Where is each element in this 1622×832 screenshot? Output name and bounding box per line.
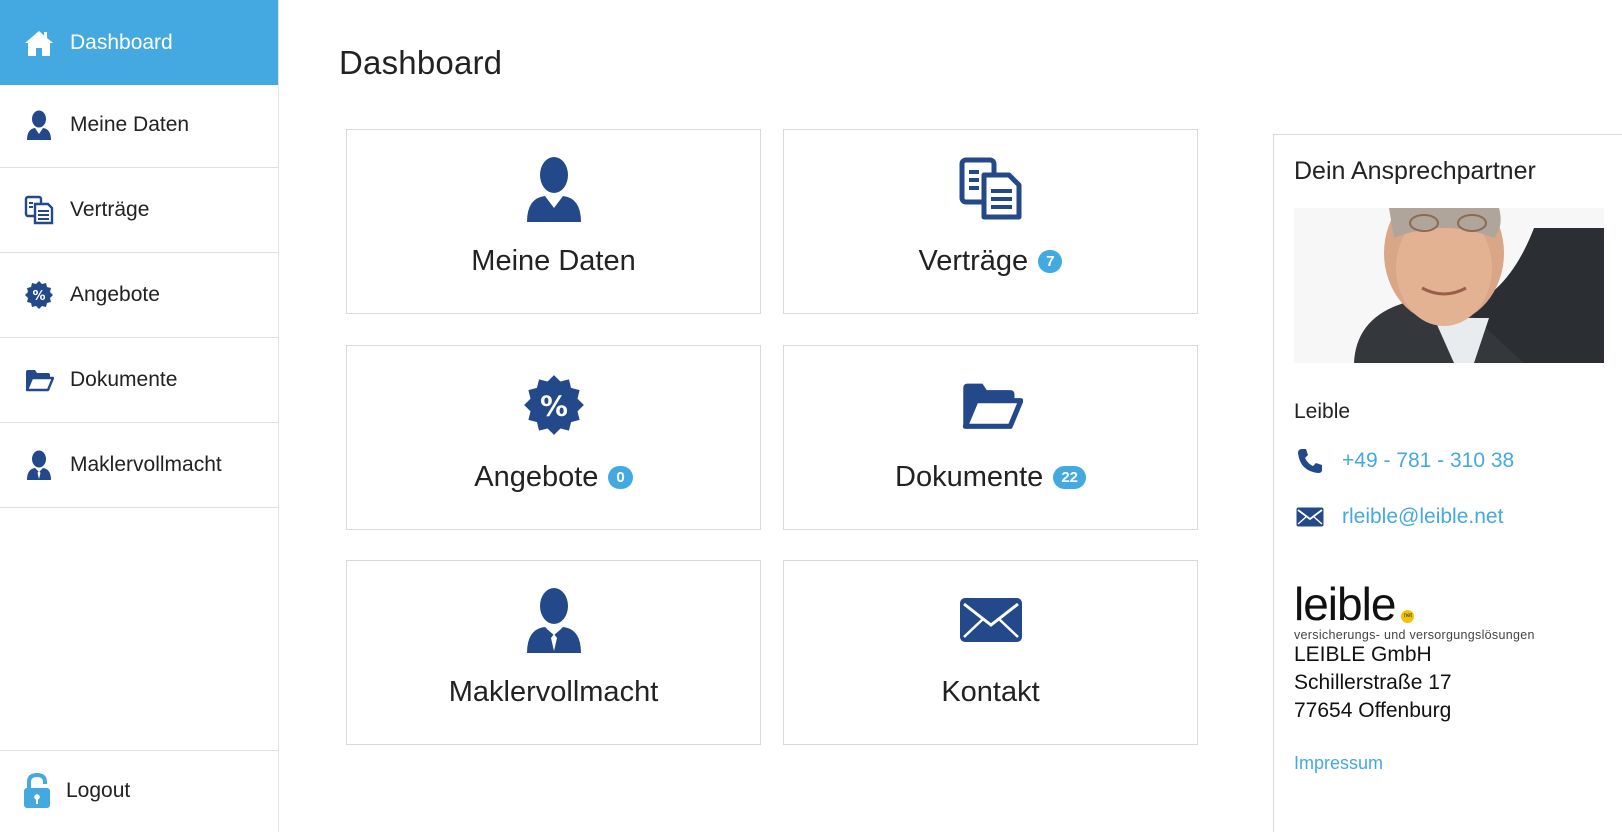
sidebar-item-angebote[interactable]: % Angebote [0,253,278,338]
sidebar-item-label: Dashboard [70,30,173,54]
logo-tagline: versicherungs- und versorgungslösungen [1294,628,1535,642]
sidebar-item-label: Dokumente [70,368,178,391]
tile-label: Kontakt [784,676,1197,709]
folder-icon [24,365,54,395]
page-title: Dashboard [339,44,503,81]
user-tie-icon [519,585,589,655]
percent-badge-icon: % [24,280,54,310]
impressum-link[interactable]: Impressum [1294,753,1383,774]
tile-title: Meine Daten [471,245,636,277]
tile-vertraege[interactable]: Verträge 7 [783,129,1198,314]
company-name: LEIBLE GmbH [1294,643,1432,666]
home-icon [24,28,54,58]
phone-icon [1294,445,1326,477]
user-tie-icon [24,450,54,480]
contact-panel: Dein Ansprechpartner Leible +49 - 781 - … [1273,134,1622,832]
email-link[interactable]: rleible@leible.net [1342,505,1503,529]
tile-label: Dokumente 22 [784,461,1197,494]
documents-icon [956,154,1026,224]
tile-title: Verträge [918,245,1029,277]
sidebar-item-label: Angebote [70,283,160,306]
tile-title: Dokumente [895,461,1044,493]
logout-button[interactable]: Logout [0,750,278,832]
sidebar-item-dokumente[interactable]: Dokumente [0,338,278,423]
documents-icon [24,195,54,225]
logout-label: Logout [66,779,131,802]
logo-word: leible [1294,578,1396,630]
tile-title: Angebote [474,461,599,493]
company-address: LEIBLE GmbH Schillerstraße 17 77654 Offe… [1294,641,1452,725]
tile-meine-daten[interactable]: Meine Daten [346,129,761,314]
sidebar-item-maklervollmacht[interactable]: Maklervollmacht [0,423,278,508]
svg-text:%: % [32,289,45,304]
lock-icon [22,772,52,809]
contact-name: Leible [1294,400,1351,423]
leible-logo: leible net versicherungs- und versorgungs… [1294,581,1535,642]
user-icon [24,110,54,140]
logo-dot: net [1401,610,1415,623]
tile-angebote[interactable]: % Angebote 0 [346,345,761,530]
tile-title: Maklervollmacht [448,676,659,708]
tile-kontakt[interactable]: Kontakt [783,560,1198,745]
envelope-icon [1294,501,1326,533]
sidebar-item-vertraege[interactable]: Verträge [0,168,278,253]
svg-text:%: % [540,390,568,423]
percent-badge-icon: % [519,370,589,440]
sidebar: Dashboard Meine Daten Verträge % Angebot… [0,0,279,832]
user-icon [519,154,589,224]
count-badge: 7 [1038,250,1063,273]
phone-link[interactable]: +49 - 781 - 310 38 [1342,449,1514,473]
tile-label: Meine Daten [347,245,760,278]
contact-photo [1294,208,1604,363]
sidebar-item-label: Maklervollmacht [70,453,222,476]
company-city: 77654 Offenburg [1294,699,1452,722]
tile-label: Verträge 7 [784,245,1197,278]
tile-title: Kontakt [941,676,1040,708]
tile-maklervollmacht[interactable]: Maklervollmacht [346,560,761,745]
tile-label: Maklervollmacht [347,676,760,709]
sidebar-item-label: Meine Daten [70,113,190,136]
phone-row: +49 - 781 - 310 38 [1294,445,1514,477]
contact-title: Dein Ansprechpartner [1294,157,1536,185]
envelope-icon [956,585,1026,655]
count-badge: 0 [608,466,633,489]
company-street: Schillerstraße 17 [1294,671,1452,694]
sidebar-item-meine-daten[interactable]: Meine Daten [0,83,278,168]
tile-dokumente[interactable]: Dokumente 22 [783,345,1198,530]
tile-label: Angebote 0 [347,461,760,494]
sidebar-item-dashboard[interactable]: Dashboard [0,0,278,85]
count-badge: 22 [1053,466,1086,489]
sidebar-item-label: Verträge [70,198,150,221]
email-row: rleible@leible.net [1294,501,1503,533]
folder-icon [956,370,1026,440]
